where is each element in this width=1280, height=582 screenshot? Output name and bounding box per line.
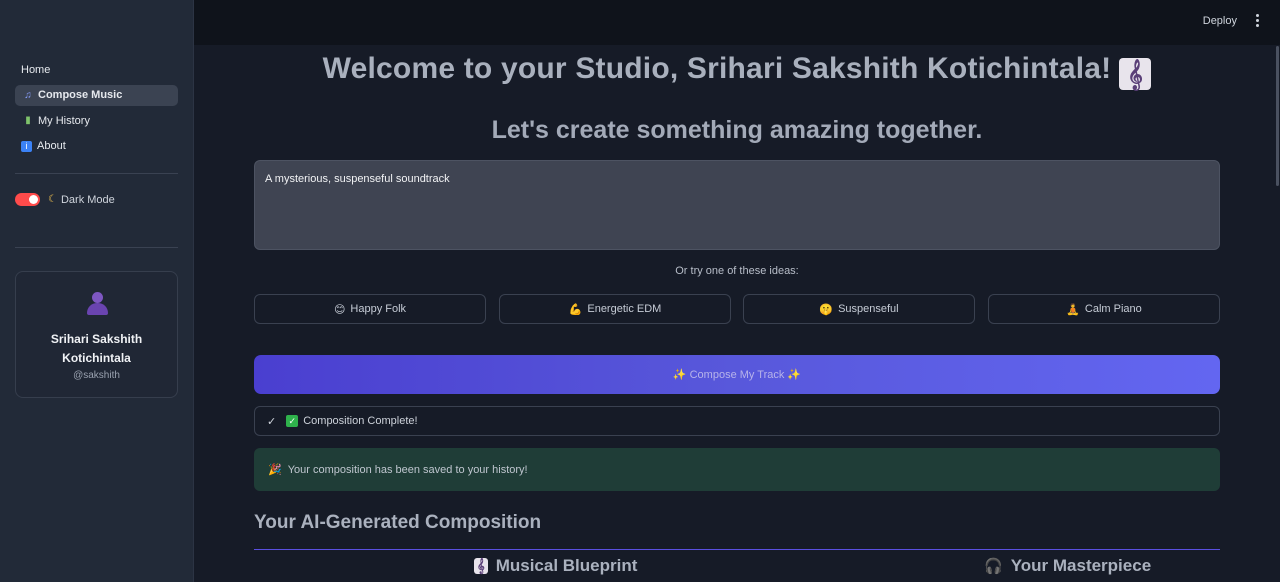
books-icon: ▮ — [25, 115, 31, 126]
smile-icon: 😊 — [333, 303, 346, 316]
ideas-label: Or try one of these ideas: — [675, 265, 799, 277]
sidebar-item-label: About — [37, 140, 66, 152]
profile-handle: @sakshith — [73, 370, 120, 381]
idea-label: Happy Folk — [350, 303, 407, 315]
success-alert: 🎉 Your composition has been saved to you… — [254, 448, 1220, 491]
main-content: Welcome to your Studio, Srihari Sakshith… — [194, 45, 1280, 582]
headphones-icon: 🎧 — [984, 558, 1003, 575]
sidebar-item-compose-music[interactable]: ♫ Compose Music — [15, 84, 178, 106]
top-header: Deploy — [194, 0, 1280, 45]
checkbox-icon: ✓ — [286, 415, 299, 427]
music-note-icon: ♫ — [24, 89, 32, 101]
dark-mode-toggle-row: ☾ Dark Mode — [15, 193, 115, 206]
sidebar-item-my-history[interactable]: ▮ My History — [15, 110, 178, 131]
info-icon: i — [21, 140, 32, 152]
section-divider — [254, 549, 1220, 550]
check-icon: ✓ — [267, 415, 277, 428]
treble-clef-icon: 𝄞 — [1119, 58, 1152, 90]
status-expander[interactable]: ✓ ✓ Composition Complete! — [254, 406, 1220, 436]
page-title: Welcome to your Studio, Srihari Sakshith… — [194, 52, 1280, 90]
moon-icon: ☾ — [48, 194, 57, 205]
success-message: Your composition has been saved to your … — [287, 463, 528, 476]
dark-mode-label: Dark Mode — [60, 193, 115, 206]
sidebar: Home ♫ Compose Music ▮ My History i Abou… — [0, 0, 194, 582]
col-right-label: Your Masterpiece — [1010, 556, 1152, 575]
kebab-menu-icon[interactable] — [1254, 14, 1260, 28]
sidebar-item-label: Compose Music — [38, 89, 123, 101]
prompt-textarea[interactable]: A mysterious, suspenseful soundtrack — [254, 160, 1220, 250]
sidebar-divider — [15, 173, 178, 174]
sidebar-nav: Home ♫ Compose Music ▮ My History i Abou… — [15, 59, 178, 161]
compose-button[interactable]: ✨ Compose My Track ✨ — [254, 355, 1220, 394]
idea-label: Suspenseful — [838, 303, 899, 315]
status-label: Composition Complete! — [303, 415, 418, 427]
sheet-music-icon: 𝄞 — [474, 558, 488, 574]
sidebar-item-label: My History — [38, 114, 90, 127]
sidebar-divider — [15, 247, 178, 248]
idea-label: Calm Piano — [1084, 303, 1142, 315]
page-subtitle: Let's create something amazing together. — [491, 116, 983, 144]
your-masterpiece-heading: 🎧 Your Masterpiece — [984, 556, 1151, 576]
dark-mode-toggle[interactable] — [15, 193, 40, 206]
musical-blueprint-heading: 𝄞 Musical Blueprint — [474, 556, 637, 576]
avatar-icon — [84, 290, 110, 318]
idea-label: Energetic EDM — [587, 303, 662, 315]
deploy-button[interactable]: Deploy — [1203, 15, 1237, 27]
profile-name: Srihari Sakshith Kotichintala — [50, 332, 143, 365]
shushing-face-icon: 🤫 — [819, 303, 834, 316]
section-title: Your AI-Generated Composition — [254, 512, 542, 533]
page-title-text: Welcome to your Studio, Srihari Sakshith… — [322, 52, 1112, 85]
idea-button-calm-piano[interactable]: 🧘 Calm Piano — [988, 294, 1220, 324]
meditation-icon: 🧘 — [1066, 303, 1080, 316]
idea-button-suspenseful[interactable]: 🤫 Suspenseful — [743, 294, 975, 324]
party-popper-icon: 🎉 — [268, 464, 282, 476]
profile-card: Srihari Sakshith Kotichintala @sakshith — [15, 271, 178, 398]
sidebar-item-label: Home — [21, 63, 51, 76]
idea-button-energetic-edm[interactable]: 💪 Energetic EDM — [499, 294, 731, 324]
sidebar-item-home[interactable]: Home — [15, 59, 178, 80]
flexed-biceps-icon: 💪 — [568, 303, 583, 316]
col-left-label: Musical Blueprint — [495, 556, 638, 575]
sidebar-item-about[interactable]: i About — [15, 136, 178, 157]
idea-button-happy-folk[interactable]: 😊 Happy Folk — [254, 294, 486, 324]
